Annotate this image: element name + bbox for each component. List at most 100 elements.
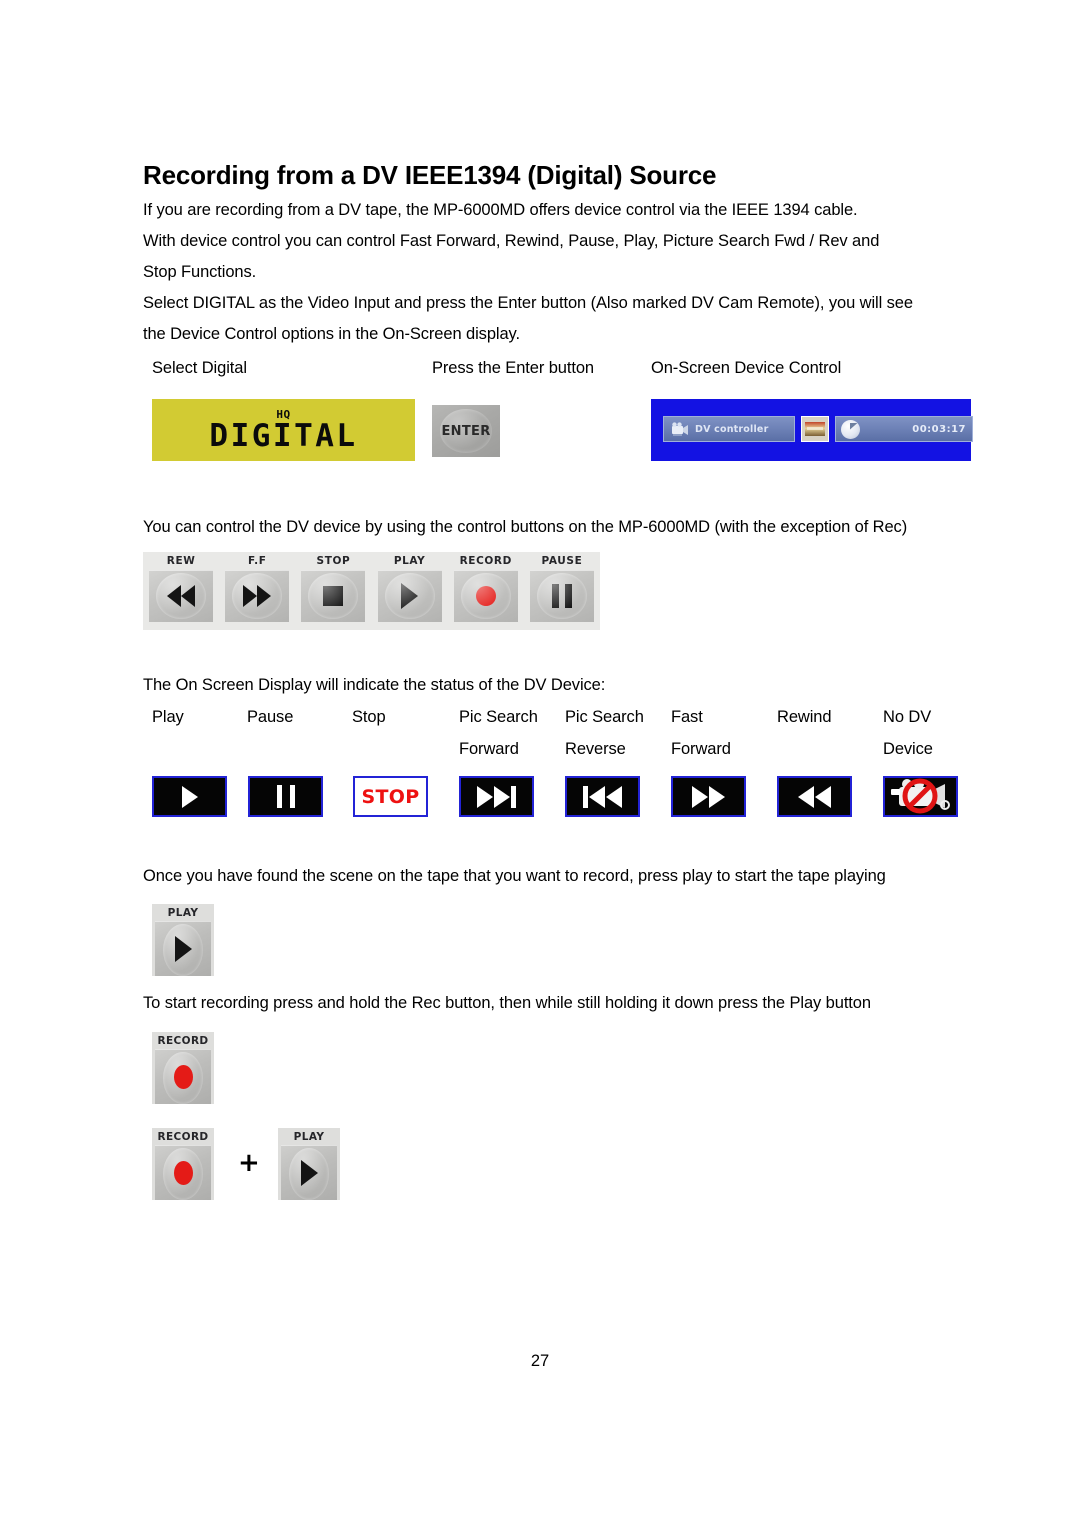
paragraph-record-hold: To start recording press and hold the Re…: [143, 994, 871, 1012]
status-label-rew-line1: Rewind: [777, 708, 832, 726]
osd-timecode-button: 00:03:17: [835, 416, 973, 442]
caption-on-screen-device-control: On-Screen Device Control: [651, 359, 842, 377]
play-key-body: [155, 921, 211, 976]
paragraph-intro-1: If you are recording from a DV tape, the…: [143, 201, 858, 219]
transport-button-record: RECORD: [448, 552, 524, 630]
stop-text-icon: STOP: [361, 785, 420, 808]
digital-display-label: DIGITAL: [209, 417, 358, 454]
paragraph-control-buttons: You can control the DV device by using t…: [143, 518, 908, 536]
transport-key-play: [377, 570, 442, 622]
page-number: 27: [530, 1352, 550, 1370]
plus-separator: +: [238, 1148, 260, 1178]
record-combo-body: [155, 1145, 211, 1200]
status-icon-no-dv-device: [883, 776, 958, 817]
fast-forward-icon: [243, 585, 272, 607]
osd-timecode-value: 00:03:17: [912, 423, 966, 435]
rewind-icon: [167, 585, 196, 607]
status-icon-fast-forward: [671, 776, 746, 817]
status-label-psr-line1: Pic Search: [565, 708, 644, 726]
paragraph-intro-2: With device control you can control Fast…: [143, 232, 880, 250]
transport-label-record: RECORD: [459, 555, 512, 567]
play-icon: [181, 785, 198, 808]
transport-button-panel: REW F.F STOP PLAY RECORD PAUSE: [143, 552, 600, 630]
osd-toolbar: DV controller 00:03:17: [663, 416, 973, 442]
paragraph-intro-5: the Device Control options in the On-Scr…: [143, 325, 520, 343]
play-combo-key-figure: PLAY: [278, 1128, 340, 1200]
play-icon: [174, 935, 192, 962]
play-key-figure: PLAY: [152, 904, 214, 976]
pause-icon: [276, 785, 295, 808]
play-combo-body: [281, 1145, 337, 1200]
paragraph-intro-3: Stop Functions.: [143, 263, 257, 281]
status-label-nodv-line1: No DV: [883, 708, 932, 726]
transport-button-stop: STOP: [295, 552, 371, 630]
transport-key-stop: [301, 570, 366, 622]
no-dv-device-icon: [883, 776, 958, 817]
stop-icon: [323, 586, 344, 606]
play-icon: [300, 1159, 318, 1186]
status-label-pic-search-reverse: Pic Search Reverse: [565, 708, 644, 759]
osd-dv-controller-label: DV controller: [695, 423, 769, 435]
record-key-body: [155, 1049, 211, 1104]
status-label-fast-forward: Fast Forward: [671, 708, 731, 759]
transport-key-record: [453, 570, 518, 622]
status-label-psf-line1: Pic Search: [459, 708, 538, 726]
transport-label-stop: STOP: [316, 555, 351, 567]
status-label-stop-line1: Stop: [352, 708, 386, 726]
status-icon-rewind: [777, 776, 852, 817]
transport-button-play: PLAY: [372, 552, 448, 630]
record-key-label: RECORD: [157, 1035, 209, 1047]
paragraph-press-play: Once you have found the scene on the tap…: [143, 867, 886, 885]
caption-press-enter: Press the Enter button: [432, 359, 594, 377]
transport-button-ff: F.F: [219, 552, 295, 630]
transport-label-rew: REW: [166, 555, 196, 567]
status-icon-stop: STOP: [353, 776, 428, 817]
osd-tape-button: [801, 416, 829, 442]
transport-key-ff: [225, 570, 290, 622]
enter-button-figure: ENTER: [432, 405, 500, 457]
transport-key-rew: [149, 570, 214, 622]
status-label-pic-search-forward: Pic Search Forward: [459, 708, 538, 759]
enter-button-label: ENTER: [441, 423, 491, 439]
status-label-rewind: Rewind: [777, 708, 832, 727]
play-key-label: PLAY: [167, 907, 199, 919]
status-label-pause: Pause: [247, 708, 293, 727]
status-label-play: Play: [152, 708, 184, 727]
digital-display-figure: HQ DIGITAL: [152, 399, 415, 461]
status-label-nodv-line2: Device: [883, 740, 933, 758]
record-combo-key-figure: RECORD: [152, 1128, 214, 1200]
status-label-psr-line2: Reverse: [565, 740, 626, 758]
status-label-psf-line2: Forward: [459, 740, 519, 758]
picture-search-forward-icon: [477, 785, 516, 808]
document-page: Recording from a DV IEEE1394 (Digital) S…: [0, 0, 1080, 1527]
fast-forward-icon: [692, 785, 725, 808]
transport-label-ff: F.F: [247, 555, 267, 567]
record-icon: [475, 586, 496, 606]
paragraph-intro-4: Select DIGITAL as the Video Input and pr…: [143, 294, 913, 312]
record-icon: [173, 1160, 193, 1185]
status-icon-pic-search-forward: [459, 776, 534, 817]
record-icon: [173, 1064, 193, 1089]
picture-search-reverse-icon: [583, 785, 622, 808]
caption-select-digital: Select Digital: [152, 359, 247, 377]
osd-device-control-figure: DV controller 00:03:17: [651, 399, 973, 461]
rewind-icon: [798, 785, 831, 808]
transport-key-pause: [529, 570, 594, 622]
status-label-no-dv-device: No DV Device: [883, 708, 933, 759]
status-label-ff-line1: Fast: [671, 708, 703, 726]
page-title: Recording from a DV IEEE1394 (Digital) S…: [143, 160, 717, 190]
paragraph-osd-status: The On Screen Display will indicate the …: [143, 676, 606, 694]
record-combo-label: RECORD: [157, 1131, 209, 1143]
transport-label-play: PLAY: [393, 555, 426, 567]
osd-dv-controller-button: DV controller: [663, 416, 795, 442]
record-key-figure: RECORD: [152, 1032, 214, 1104]
camcorder-icon: [668, 421, 690, 437]
clock-icon: [841, 419, 860, 439]
transport-label-pause: PAUSE: [541, 555, 583, 567]
status-icon-pause: [248, 776, 323, 817]
transport-button-pause: PAUSE: [524, 552, 600, 630]
status-label-play-line1: Play: [152, 708, 184, 726]
status-label-pause-line1: Pause: [247, 708, 294, 726]
pause-icon: [551, 584, 572, 608]
status-label-stop: Stop: [352, 708, 386, 727]
